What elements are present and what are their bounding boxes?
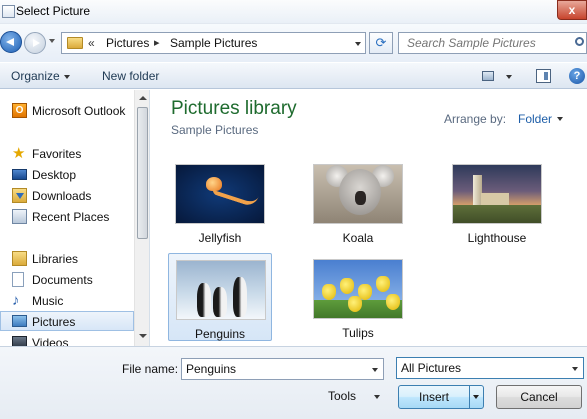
library-title: Pictures library xyxy=(171,98,297,119)
pictures-icon xyxy=(12,315,27,327)
file-tile-penguins[interactable]: Penguins xyxy=(168,253,272,341)
help-icon[interactable]: ? xyxy=(569,68,585,84)
back-button[interactable] xyxy=(0,31,22,53)
insert-options-dropdown-icon[interactable] xyxy=(473,395,479,399)
insert-button-label: Insert xyxy=(418,390,449,404)
file-name-label: Tulips xyxy=(342,326,374,340)
tulips-thumbnail xyxy=(313,259,403,319)
address-bar[interactable]: « Pictures ▸ Sample Pictures xyxy=(61,32,366,54)
sidebar-item-label: Recent Places xyxy=(32,210,110,224)
library-subtitle: Sample Pictures xyxy=(171,123,259,137)
documents-icon xyxy=(12,272,24,287)
music-icon: ♪ xyxy=(12,292,20,309)
sidebar-item-libraries[interactable]: Libraries xyxy=(12,249,136,269)
libraries-icon xyxy=(12,251,27,266)
new-folder-button[interactable]: New folder xyxy=(102,69,159,83)
file-name-combobox[interactable] xyxy=(181,358,384,380)
sidebar-item-pictures[interactable]: Pictures xyxy=(0,311,134,331)
file-tile-tulips[interactable]: Tulips xyxy=(306,253,410,341)
sidebar-scrollbar[interactable] xyxy=(134,90,149,346)
sidebar-item-label: Favorites xyxy=(32,147,82,161)
file-name-label: Penguins xyxy=(194,327,246,341)
preview-pane-icon[interactable] xyxy=(536,69,551,83)
change-view-icon[interactable] xyxy=(482,71,494,81)
file-name-label: Jellyfish xyxy=(198,231,242,245)
sidebar-item-recent-places[interactable]: Recent Places xyxy=(12,207,136,227)
videos-icon xyxy=(12,336,27,346)
sidebar-item-music[interactable]: ♪ Music xyxy=(12,291,136,311)
file-name-dropdown-icon[interactable] xyxy=(372,368,378,372)
file-tile-jellyfish[interactable]: Jellyfish xyxy=(168,158,272,246)
sidebar-item-label: Microsoft Outlook xyxy=(32,104,126,118)
organize-button[interactable]: Organize xyxy=(11,69,60,83)
sidebar-item-label: Libraries xyxy=(32,252,79,266)
sidebar-item-desktop[interactable]: Desktop xyxy=(12,165,136,185)
star-icon: ★ xyxy=(12,145,26,162)
forward-button[interactable] xyxy=(24,32,46,54)
file-type-dropdown[interactable]: All Pictures xyxy=(396,357,584,379)
split-divider xyxy=(469,386,470,408)
sidebar-item-label: Documents xyxy=(32,273,93,287)
outlook-icon: O xyxy=(12,103,27,118)
lighthouse-thumbnail xyxy=(452,164,542,224)
desktop-icon xyxy=(12,169,27,180)
sidebar-item-videos[interactable]: Videos xyxy=(12,333,136,346)
close-button[interactable]: x xyxy=(557,0,587,20)
arrange-by-dropdown-icon[interactable] xyxy=(557,117,563,121)
file-list: Pictures library Sample Pictures Arrange… xyxy=(151,90,587,346)
file-tile-lighthouse[interactable]: Lighthouse xyxy=(445,158,549,246)
scrollbar-thumb[interactable] xyxy=(137,107,148,239)
scroll-down-icon[interactable] xyxy=(139,334,147,338)
file-type-dropdown-icon[interactable] xyxy=(572,367,578,371)
search-input[interactable] xyxy=(399,33,569,53)
sidebar-item-favorites[interactable]: ★ Favorites xyxy=(12,144,136,164)
window-title: Select Picture xyxy=(16,4,91,18)
arrange-by-dropdown[interactable]: Folder xyxy=(518,112,552,126)
organize-dropdown-icon[interactable] xyxy=(64,75,70,79)
breadcrumb-sample-pictures[interactable]: Sample Pictures xyxy=(170,36,257,50)
window-icon xyxy=(2,5,15,18)
recent-pages-dropdown[interactable] xyxy=(49,39,55,43)
penguins-thumbnail xyxy=(176,260,266,320)
scroll-up-icon[interactable] xyxy=(139,96,147,100)
search-box[interactable] xyxy=(398,32,587,54)
sidebar-item-microsoft-outlook[interactable]: O Microsoft Outlook xyxy=(12,101,136,121)
view-dropdown-icon[interactable] xyxy=(506,75,512,79)
arrange-by-label: Arrange by: xyxy=(444,112,507,126)
breadcrumb-separator[interactable]: ▸ xyxy=(154,36,160,49)
dialog-footer: File name: All Pictures Tools Insert Can… xyxy=(0,346,587,419)
breadcrumb-pictures[interactable]: Pictures xyxy=(106,36,149,50)
koala-thumbnail xyxy=(313,164,403,224)
command-toolbar: Organize New folder ? xyxy=(0,62,587,89)
file-name-input[interactable] xyxy=(182,359,368,379)
title-bar: Select Picture x xyxy=(0,0,587,24)
file-type-value: All Pictures xyxy=(401,361,462,375)
recent-places-icon xyxy=(12,209,27,224)
sidebar-item-label: Downloads xyxy=(32,189,92,203)
file-tile-koala[interactable]: Koala xyxy=(306,158,410,246)
sidebar-item-label: Desktop xyxy=(32,168,77,182)
file-name-label: Koala xyxy=(342,231,374,245)
sidebar-item-label: Videos xyxy=(32,336,69,346)
refresh-button[interactable]: ⟳ xyxy=(369,32,393,54)
navigation-pane: O Microsoft Outlook ★ Favorites Desktop … xyxy=(0,90,150,346)
file-name-label: Lighthouse xyxy=(467,231,527,245)
downloads-icon xyxy=(12,188,27,203)
insert-button[interactable]: Insert xyxy=(398,385,484,409)
search-icon[interactable] xyxy=(575,37,584,46)
jellyfish-thumbnail xyxy=(175,164,265,224)
sidebar-item-label: Pictures xyxy=(32,315,76,329)
sidebar-item-label: Music xyxy=(32,294,64,308)
breadcrumb-overflow[interactable]: « xyxy=(88,36,95,50)
file-name-label: File name: xyxy=(122,362,179,376)
sidebar-item-downloads[interactable]: Downloads xyxy=(12,186,136,206)
navigation-bar: « Pictures ▸ Sample Pictures ⟳ xyxy=(0,24,587,62)
tools-button[interactable]: Tools xyxy=(328,389,356,403)
cancel-button[interactable]: Cancel xyxy=(496,385,582,409)
sidebar-item-documents[interactable]: Documents xyxy=(12,270,136,290)
address-dropdown-icon[interactable] xyxy=(355,42,361,46)
tools-dropdown-icon[interactable] xyxy=(374,395,380,399)
folder-icon xyxy=(67,37,83,49)
